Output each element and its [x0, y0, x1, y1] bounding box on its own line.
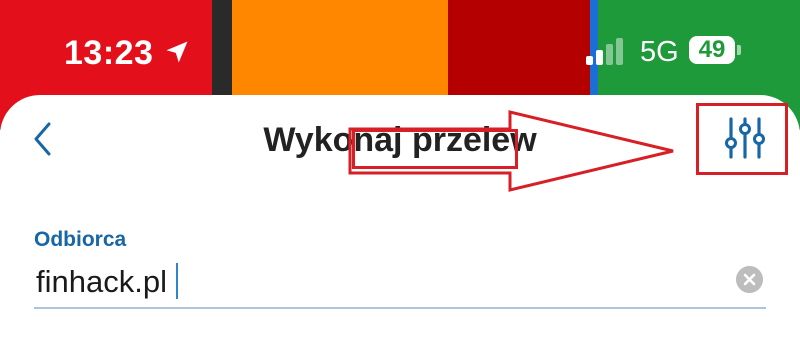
cellular-signal-icon: [586, 38, 623, 65]
status-time: 13:23: [64, 34, 154, 72]
recipient-input[interactable]: [34, 261, 738, 303]
annotation-arrow: [348, 110, 674, 192]
location-arrow-icon: [166, 41, 188, 63]
transfer-sheet: Wykonaj przelew Odbiorca: [0, 95, 800, 355]
battery-icon: 49: [689, 36, 741, 66]
status-bar: 13:23 5G 49: [0, 0, 800, 100]
battery-cap: [737, 45, 741, 55]
battery-level: 49: [689, 36, 735, 64]
annotation-rect-settings: [696, 103, 788, 175]
clear-circle-icon[interactable]: [736, 266, 763, 293]
recipient-underline: [34, 307, 766, 309]
recipient-label: Odbiorca: [34, 228, 127, 251]
text-cursor: [176, 263, 178, 299]
network-type: 5G: [640, 36, 679, 68]
